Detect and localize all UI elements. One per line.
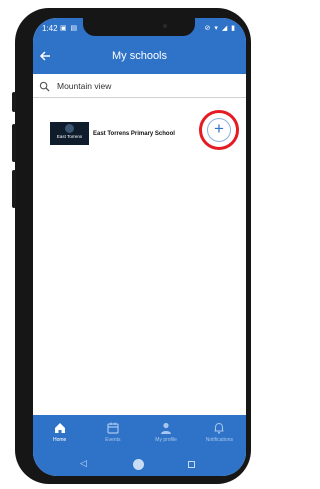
volume-down-button — [12, 170, 16, 208]
nav-item-home[interactable]: Home — [33, 415, 86, 453]
search-bar[interactable] — [33, 76, 246, 98]
app-bar: My schools — [33, 40, 246, 74]
school-crest-icon — [65, 124, 74, 133]
plus-icon: + — [214, 119, 224, 138]
system-status-icons: ⊘ ▾ ◢ ▮ — [204, 25, 236, 32]
nav-label-notifications: Notifications — [205, 437, 233, 443]
nav-item-notifications[interactable]: Notifications — [193, 415, 246, 453]
camera-notch — [83, 18, 195, 36]
phone-screen: 1:42 ▣ ▤ ⊘ ▾ ◢ ▮ My schools East Torrens… — [33, 18, 246, 476]
page-title: My schools — [111, 50, 168, 62]
phone-side-button — [12, 92, 16, 112]
home-icon — [54, 423, 65, 433]
home-circle-icon[interactable] — [133, 459, 144, 470]
bell-icon — [214, 422, 224, 434]
nav-label-home: Home — [52, 437, 67, 443]
school-logo-text: East Torrens — [56, 134, 83, 139]
calendar-icon — [107, 422, 119, 434]
school-name: East Torrens Primary School — [93, 131, 175, 137]
person-icon — [161, 422, 172, 434]
system-navigation-bar: ◁ — [33, 453, 246, 476]
front-camera-icon — [163, 24, 167, 28]
bottom-navigation: Home Events My profile Notifications — [33, 415, 246, 453]
add-school-button[interactable]: + — [207, 118, 231, 142]
nav-label-profile: My profile — [155, 437, 177, 443]
nav-item-events[interactable]: Events — [86, 415, 139, 453]
back-triangle-icon[interactable]: ◁ — [80, 458, 87, 469]
school-logo: East Torrens — [50, 122, 89, 145]
recents-square-icon[interactable] — [188, 461, 195, 468]
search-icon — [39, 81, 50, 92]
search-input[interactable] — [57, 81, 227, 91]
nav-label-events: Events — [105, 437, 121, 443]
notification-icons: ▣ ▤ — [60, 25, 79, 32]
status-time: 1:42 — [42, 24, 58, 33]
volume-up-button — [12, 124, 16, 162]
nav-item-profile[interactable]: My profile — [140, 415, 193, 453]
